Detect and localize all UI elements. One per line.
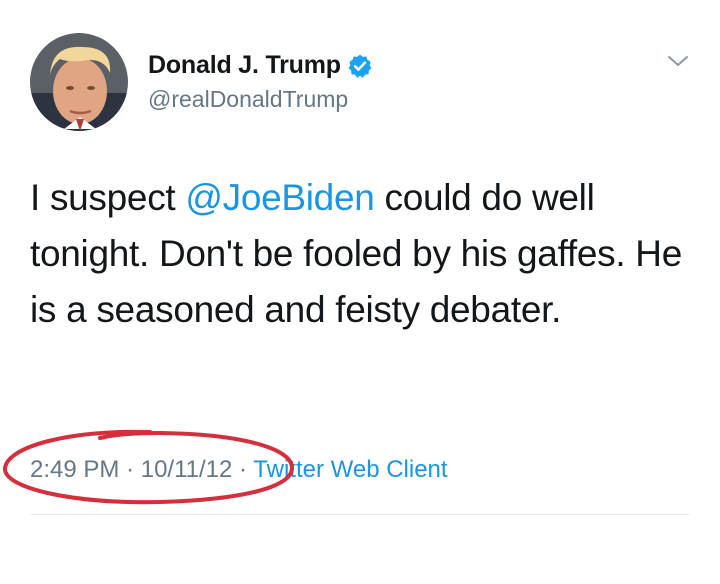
profile-photo	[30, 33, 128, 131]
divider	[30, 514, 690, 515]
display-name[interactable]: Donald J. Trump	[148, 51, 341, 80]
tweet-source-link[interactable]: Twitter Web Client	[253, 456, 447, 483]
mention-link[interactable]: @JoeBiden	[185, 177, 374, 218]
tweet-text-before-mention: I suspect	[30, 177, 186, 218]
author-name-row[interactable]: Donald J. Trump	[148, 51, 373, 80]
author-handle[interactable]: @realDonaldTrump	[148, 86, 348, 113]
verified-badge-icon	[348, 54, 372, 78]
meta-separator: ·	[126, 456, 135, 483]
tweet-metadata: 2:49 PM · 10/11/12 · Twitter Web Client	[30, 456, 448, 484]
meta-separator: ·	[239, 456, 248, 483]
tweet-time[interactable]: 2:49 PM	[30, 456, 119, 483]
tweet-text: I suspect @JoeBiden could do well tonigh…	[30, 170, 690, 338]
chevron-down-icon[interactable]	[666, 52, 690, 70]
tweet-date[interactable]: 10/11/12	[141, 456, 233, 483]
avatar[interactable]	[30, 33, 128, 131]
